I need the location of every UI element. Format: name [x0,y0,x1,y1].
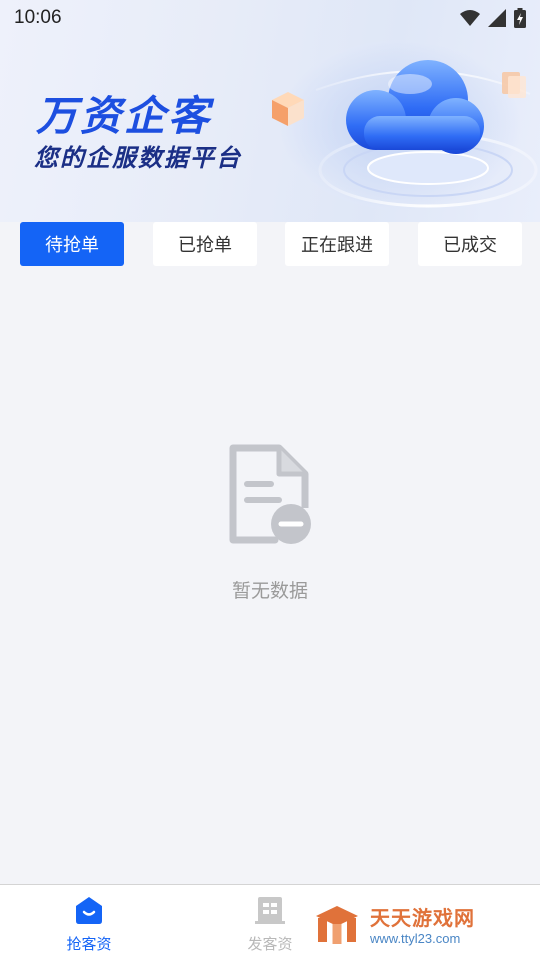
empty-state-text: 暂无数据 [231,581,308,602]
brand-title: 万资企客 [36,93,212,139]
tab-grabbed[interactable]: 已抢单 [153,222,257,266]
status-time: 10:06 [14,7,62,28]
signal-icon [488,9,506,27]
building-icon [255,897,285,924]
watermark-name: 天天游戏网 [370,908,475,930]
cloud-illustration [272,60,538,208]
nav-item-publish-leads[interactable]: 发客资 [225,895,315,954]
home-smile-icon [76,897,102,924]
status-icons [460,8,526,28]
nav-label-grab-leads: 抢客资 [66,936,112,953]
tab-following-up[interactable]: 正在跟进 [285,222,389,266]
wifi-icon [460,10,480,26]
empty-state: 暂无数据 [0,444,540,603]
header-banner: 10:06 万资企客 您的企服数据平台 [0,0,540,222]
nav-item-grab-leads[interactable]: 抢客资 [44,895,134,954]
watermark-url: www.ttyl23.com [370,931,461,946]
watermark: 天天游戏网 www.ttyl23.com [312,898,512,950]
nav-label-publish-leads: 发客资 [247,936,293,953]
watermark-logo [316,906,358,944]
tab-closed-deal[interactable]: 已成交 [418,222,522,266]
battery-charging-icon [514,8,526,28]
brand-subtitle: 您的企服数据平台 [34,145,242,172]
tab-pending-grab[interactable]: 待抢单 [20,222,124,266]
status-bar: 10:06 [0,0,540,36]
order-status-tabs: 待抢单 已抢单 正在跟进 已成交 [20,222,522,266]
empty-document-icon [229,444,311,544]
